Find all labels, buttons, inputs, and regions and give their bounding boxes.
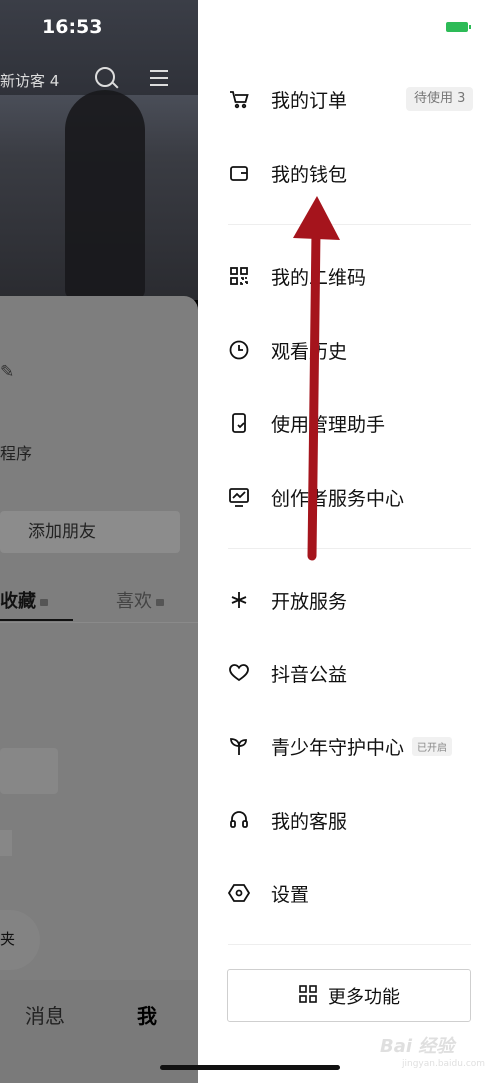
watermark-url: jingyan.baidu.com [402, 1059, 486, 1069]
annotation-arrow-icon [293, 196, 340, 561]
home-indicator [160, 1065, 340, 1070]
watermark-logo: Bai 经验 [380, 1036, 455, 1057]
